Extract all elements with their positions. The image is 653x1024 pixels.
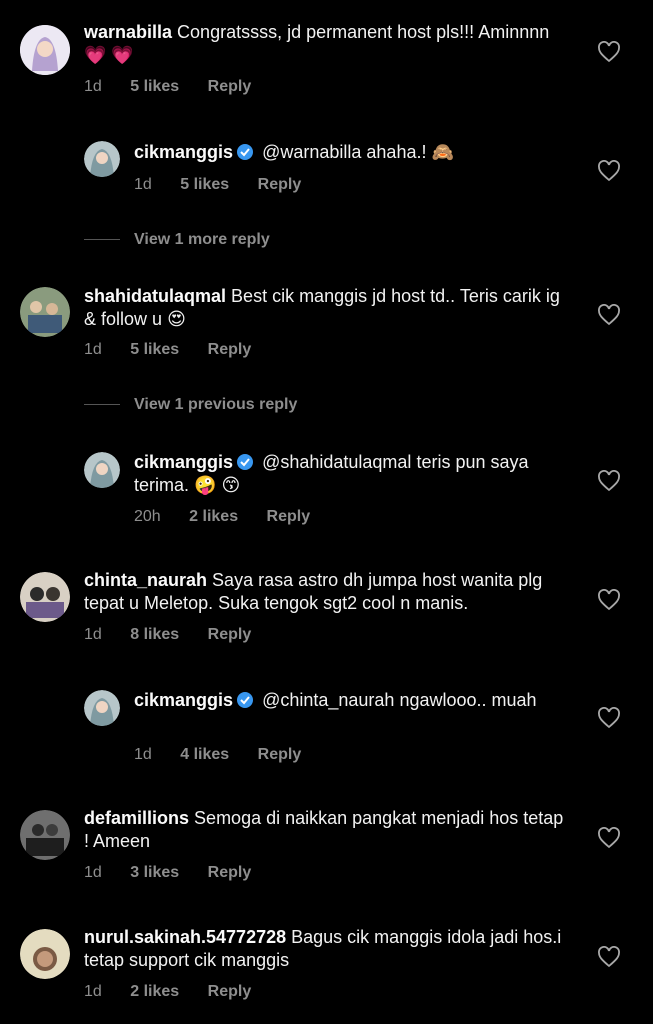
comment-meta: 1d 3 likes Reply (84, 864, 275, 882)
verified-badge-icon (237, 454, 254, 470)
timestamp: 1d (134, 746, 152, 763)
avatar[interactable] (20, 25, 70, 75)
comment-text: shahidatulaqmal Best cik manggis jd host… (84, 285, 564, 331)
reply-button[interactable]: Reply (208, 983, 252, 1000)
heart-icon[interactable] (597, 589, 621, 611)
reply-button[interactable]: Reply (267, 508, 311, 525)
comment-text: defamillions Semoga di naikkan pangkat m… (84, 807, 564, 853)
timestamp: 1d (84, 78, 102, 95)
comment-meta: 1d 4 likes Reply (134, 746, 325, 764)
comment-meta: 1d 5 likes Reply (134, 176, 325, 194)
comment-meta: 1d 5 likes Reply (84, 341, 275, 359)
reply-button[interactable]: Reply (208, 864, 252, 881)
timestamp: 1d (84, 864, 102, 881)
reply-button[interactable]: Reply (258, 176, 302, 193)
verified-badge-icon (237, 144, 254, 160)
mention[interactable]: @shahidatulaqmal (262, 452, 411, 472)
verified-badge-icon (237, 692, 254, 708)
likes-count[interactable]: 5 likes (180, 176, 229, 193)
likes-count[interactable]: 5 likes (130, 78, 179, 95)
likes-count[interactable]: 2 likes (189, 508, 238, 525)
comment-text: nurul.sakinah.54772728 Bagus cik manggis… (84, 926, 564, 972)
reply-button[interactable]: Reply (208, 626, 252, 643)
mention[interactable]: @chinta_naurah (262, 690, 394, 710)
heart-emojis: 💗 💗 (84, 45, 134, 65)
avatar[interactable] (20, 810, 70, 860)
username[interactable]: shahidatulaqmal (84, 286, 226, 306)
view-previous-reply[interactable]: View 1 previous reply (84, 396, 297, 414)
timestamp: 1d (84, 626, 102, 643)
avatar[interactable] (84, 452, 120, 488)
comment-body: ngawlooo.. muah (399, 690, 537, 710)
likes-count[interactable]: 3 likes (130, 864, 179, 881)
timestamp: 1d (84, 341, 102, 358)
comment-meta: 1d 2 likes Reply (84, 983, 275, 1001)
username[interactable]: cikmanggis (134, 690, 233, 710)
timestamp: 1d (134, 176, 152, 193)
likes-count[interactable]: 4 likes (180, 746, 229, 763)
username[interactable]: chinta_naurah (84, 570, 207, 590)
view-more-label[interactable]: View 1 more reply (134, 231, 270, 248)
heart-eyes-emoji: 😍 (167, 309, 186, 329)
heart-icon[interactable] (597, 160, 621, 182)
username[interactable]: cikmanggis (134, 452, 233, 472)
likes-count[interactable]: 8 likes (130, 626, 179, 643)
comment-meta: 1d 8 likes Reply (84, 626, 275, 644)
comment-meta: 20h 2 likes Reply (134, 508, 334, 526)
view-more-replies[interactable]: View 1 more reply (84, 231, 270, 249)
mention[interactable]: @warnabilla (262, 142, 361, 162)
comment-meta: 1d 5 likes Reply (84, 78, 275, 96)
username[interactable]: warnabilla (84, 22, 172, 42)
timestamp: 20h (134, 508, 161, 525)
reply-button[interactable]: Reply (208, 78, 252, 95)
divider (84, 239, 120, 241)
heart-icon[interactable] (597, 304, 621, 326)
heart-icon[interactable] (597, 946, 621, 968)
likes-count[interactable]: 5 likes (130, 341, 179, 358)
face-emojis: 🤪 😙 (194, 475, 241, 495)
username[interactable]: nurul.sakinah.54772728 (84, 927, 286, 947)
avatar[interactable] (84, 141, 120, 177)
monkey-emoji: 🙈 (431, 142, 454, 162)
view-previous-label[interactable]: View 1 previous reply (134, 396, 297, 413)
divider (84, 404, 120, 406)
heart-icon[interactable] (597, 707, 621, 729)
heart-icon[interactable] (597, 470, 621, 492)
comment-body: ahaha.! (366, 142, 427, 162)
timestamp: 1d (84, 983, 102, 1000)
reply-button[interactable]: Reply (258, 746, 302, 763)
username[interactable]: cikmanggis (134, 142, 233, 162)
comment-text: cikmanggis @shahidatulaqmal teris pun sa… (134, 451, 574, 497)
avatar[interactable] (20, 287, 70, 337)
comment-text: warnabilla Congratssss, jd permanent hos… (84, 21, 564, 67)
comment-text: chinta_naurah Saya rasa astro dh jumpa h… (84, 569, 564, 615)
heart-icon[interactable] (597, 41, 621, 63)
heart-icon[interactable] (597, 827, 621, 849)
avatar[interactable] (84, 690, 120, 726)
comment-text: cikmanggis @warnabilla ahaha.! 🙈 (134, 141, 574, 164)
reply-button[interactable]: Reply (208, 341, 252, 358)
avatar[interactable] (20, 929, 70, 979)
username[interactable]: defamillions (84, 808, 189, 828)
likes-count[interactable]: 2 likes (130, 983, 179, 1000)
comment-body: Congratssss, jd permanent host pls!!! Am… (177, 22, 550, 42)
avatar[interactable] (20, 572, 70, 622)
comment-text: cikmanggis @chinta_naurah ngawlooo.. mua… (134, 689, 574, 712)
